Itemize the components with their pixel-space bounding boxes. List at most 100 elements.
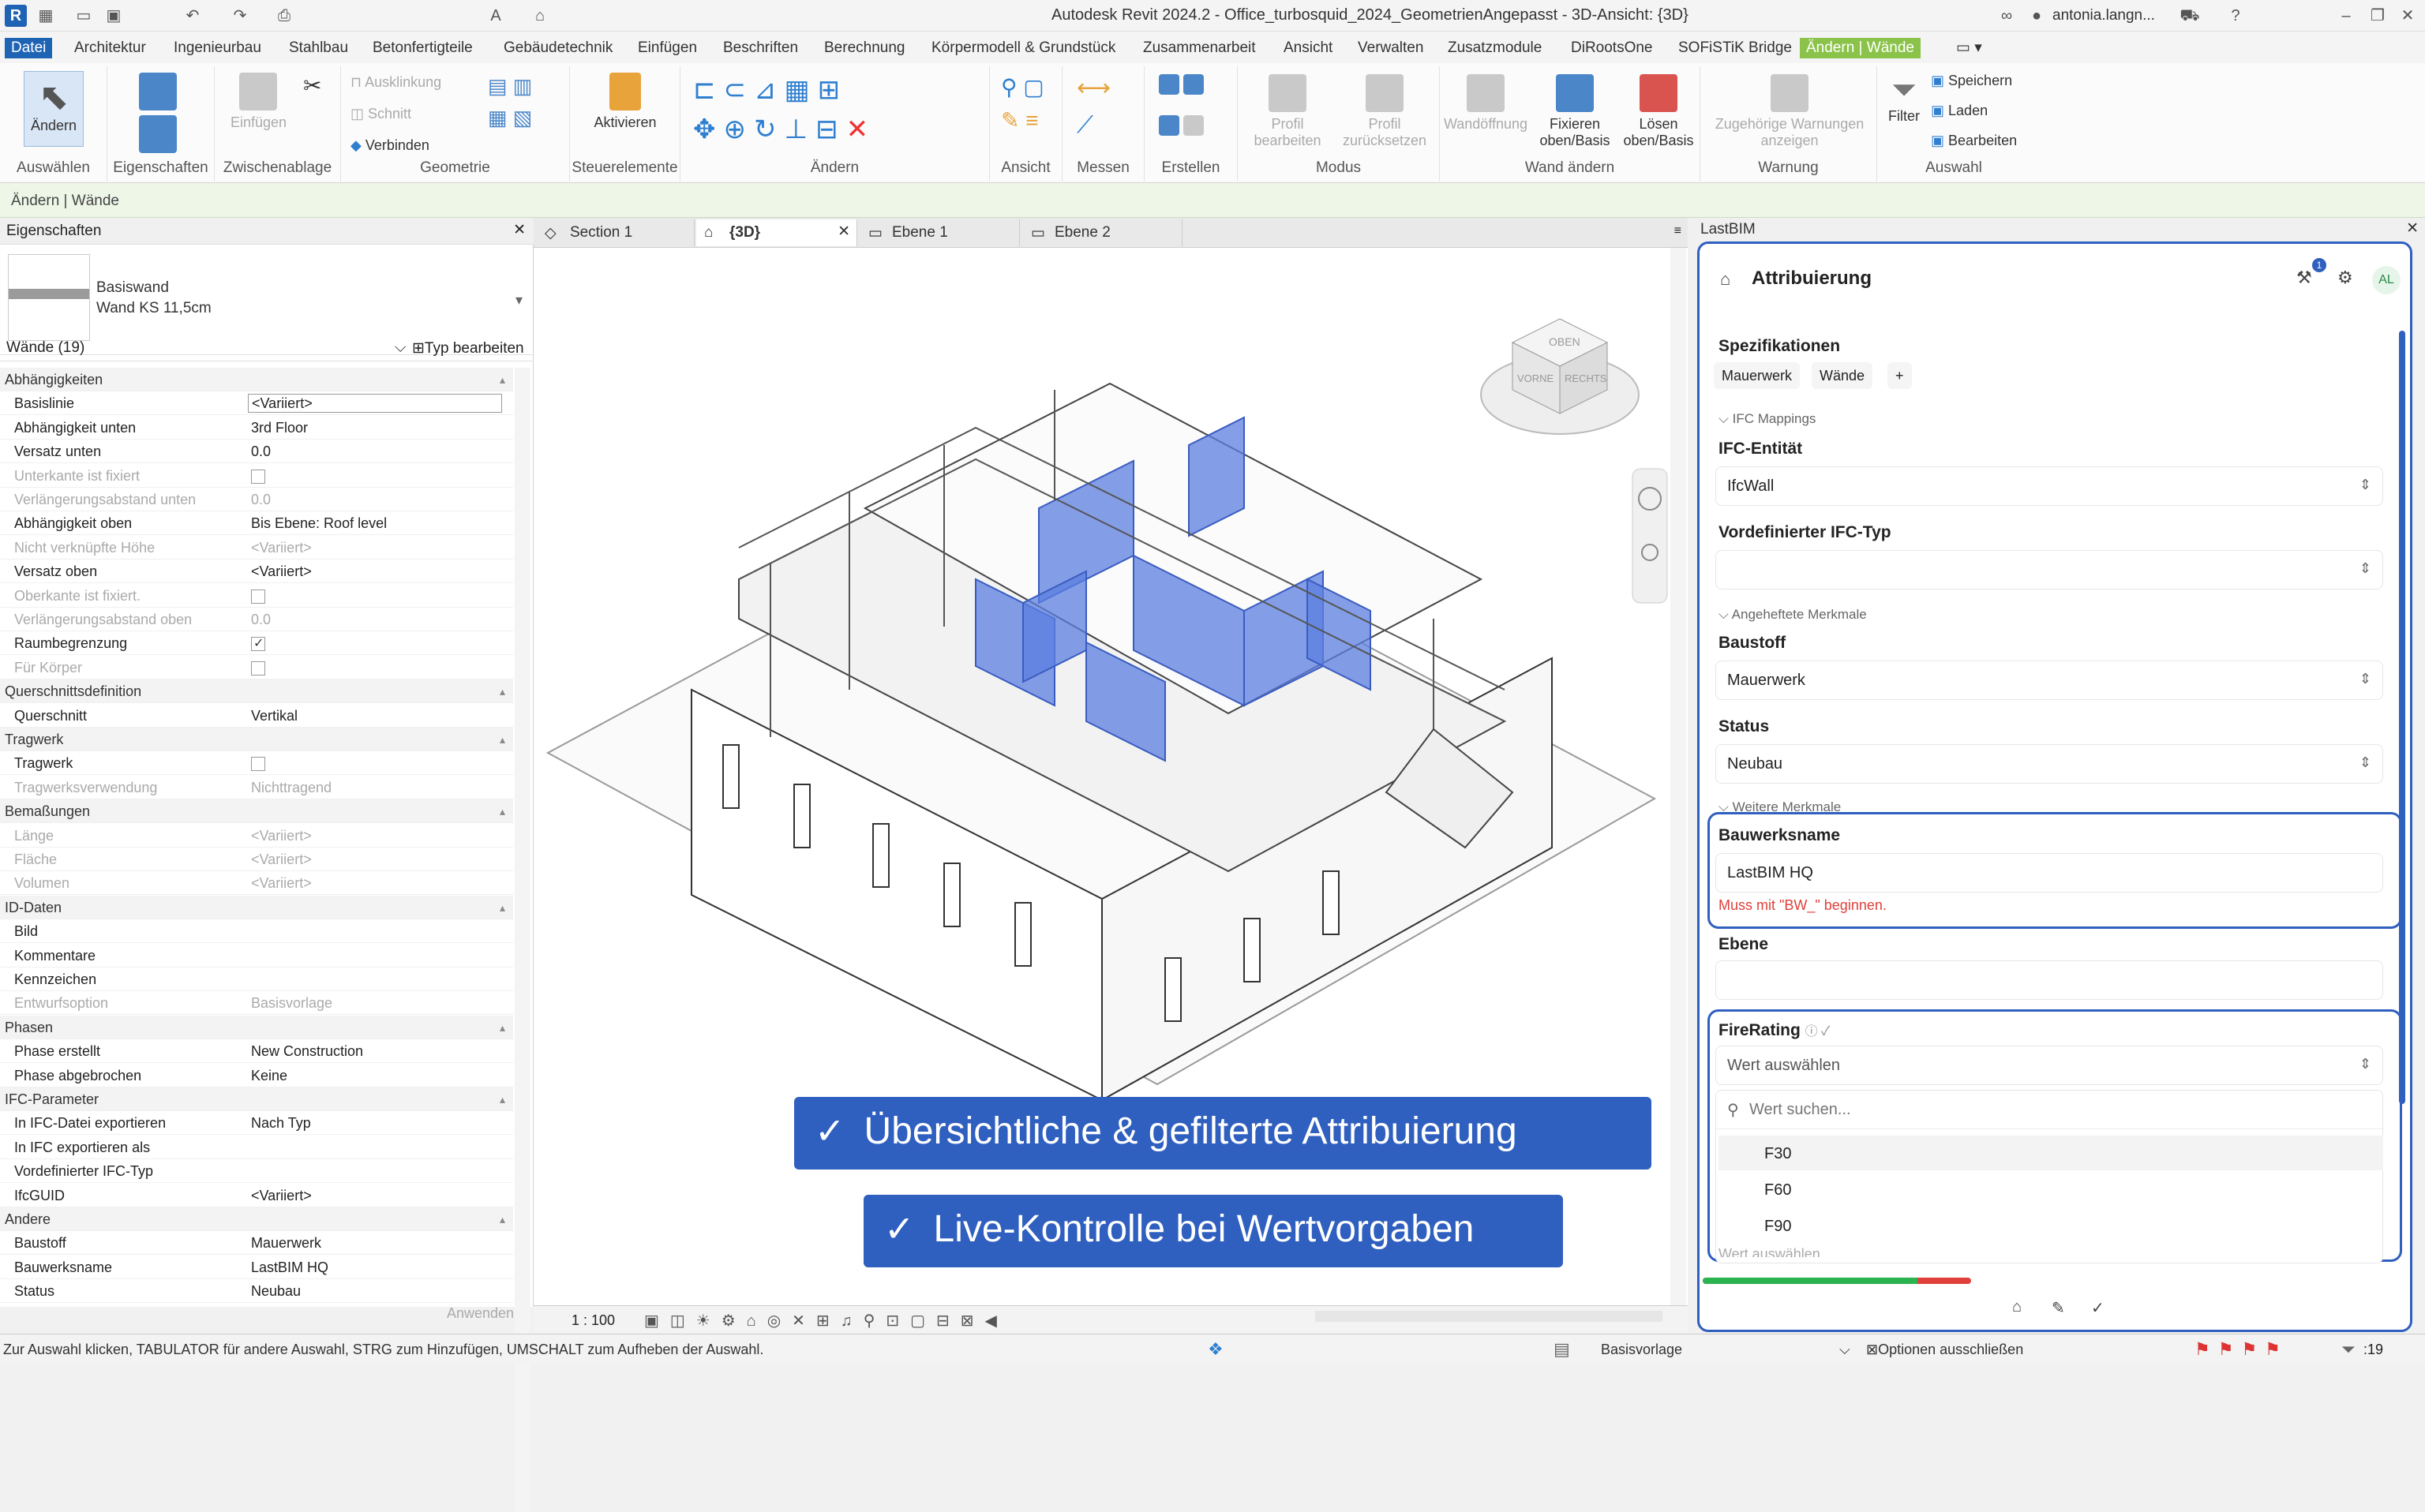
save-icon[interactable]: ▣: [103, 5, 125, 27]
property-value[interactable]: 3rd Floor: [251, 416, 308, 440]
option-f60[interactable]: F60: [1718, 1172, 2383, 1207]
exclude-options-toggle[interactable]: ⊠Optionen ausschließen: [1866, 1342, 2023, 1358]
collapse-icon[interactable]: ▴: [500, 1207, 505, 1231]
property-value[interactable]: Bis Ebene: Roof level: [251, 511, 387, 535]
binoculars-icon[interactable]: ∞: [1996, 5, 2018, 27]
attach-top-base-button[interactable]: Fixieren oben/Basis: [1533, 74, 1617, 149]
panel-scrollbar[interactable]: [2399, 331, 2405, 1104]
home-icon[interactable]: ▦: [35, 5, 57, 27]
status-select[interactable]: Neubau ⇕: [1715, 744, 2383, 784]
geometry-tool-icon-2[interactable]: ▦ ▧: [488, 106, 532, 130]
property-section[interactable]: Bemaßungen ▴: [0, 799, 513, 824]
worksharing-icon[interactable]: ❖: [1208, 1339, 1224, 1360]
activate-button[interactable]: Aktivieren: [589, 73, 662, 131]
property-value[interactable]: Nach Typ: [251, 1111, 311, 1135]
home-icon[interactable]: ⌂: [1720, 269, 1730, 290]
tab-3d[interactable]: ⌂ {3D} ✕: [696, 219, 857, 246]
property-checkbox[interactable]: [251, 632, 265, 656]
tab-extra-dropdown[interactable]: ▭ ▾: [1950, 38, 1988, 58]
property-value[interactable]: 0.0: [251, 440, 271, 463]
collapse-icon[interactable]: ▴: [500, 728, 505, 751]
tab-zusatzmodule[interactable]: Zusatzmodule: [1441, 38, 1548, 58]
option-search-input[interactable]: [1749, 1097, 2365, 1122]
property-value[interactable]: Keine: [251, 1064, 287, 1087]
property-value[interactable]: Mauerwerk: [251, 1231, 321, 1255]
modify-tools-row-1[interactable]: ⊏⊂⊿▦⊞: [693, 74, 848, 106]
collapse-icon[interactable]: ▴: [500, 368, 505, 391]
minimize-icon[interactable]: –: [2335, 5, 2357, 27]
open-icon[interactable]: ▭: [73, 5, 95, 27]
modify-tools-row-2[interactable]: ✥⊕↻⊥⊟✕: [693, 114, 876, 145]
apply-button[interactable]: Anwenden: [447, 1305, 514, 1322]
property-value[interactable]: New Construction: [251, 1039, 363, 1063]
info-icon[interactable]: ⓘ ✓: [1805, 1025, 1830, 1039]
navigation-bar[interactable]: [1632, 468, 1668, 604]
tab-ingenieurbau[interactable]: Ingenieurbau: [167, 38, 268, 58]
property-value[interactable]: <Variiert>: [251, 560, 312, 583]
property-section[interactable]: ID-Daten ▴: [0, 895, 513, 919]
tab-datei[interactable]: Datei: [5, 38, 53, 58]
level-input[interactable]: [1715, 960, 2383, 1000]
property-section[interactable]: IFC-Parameter ▴: [0, 1087, 513, 1111]
material-select[interactable]: Mauerwerk ⇕: [1715, 661, 2383, 700]
create-similar-button[interactable]: [1159, 115, 1205, 140]
ifc-entity-select[interactable]: IfcWall ⇕: [1715, 466, 2383, 506]
property-section[interactable]: Phasen ▴: [0, 1015, 513, 1039]
group-label[interactable]: Auswählen: [0, 159, 107, 177]
paste-button[interactable]: Einfügen: [231, 73, 287, 131]
detach-top-base-button[interactable]: Lösen oben/Basis: [1617, 74, 1700, 149]
tab-sofistik-bridge[interactable]: SOFiSTiK Bridge: [1672, 38, 1798, 58]
view-scale[interactable]: 1 : 100: [572, 1312, 615, 1329]
property-value[interactable]: <Variiert>: [251, 1184, 312, 1207]
close-lastbim-icon[interactable]: ✕: [2406, 219, 2419, 238]
tab-einfuegen[interactable]: Einfügen: [632, 38, 703, 58]
collapse-icon[interactable]: ▴: [500, 799, 505, 823]
close-properties-icon[interactable]: ✕: [513, 221, 526, 239]
property-checkbox[interactable]: [251, 589, 265, 604]
settings-icon[interactable]: ⚙: [2337, 268, 2353, 288]
edit-type-button[interactable]: ⊞Typ bearbeiten: [412, 339, 524, 357]
save-selection-button[interactable]: ▣ Speichern: [1931, 73, 2012, 89]
reset-profile-button[interactable]: Profil zurücksetzen: [1337, 74, 1432, 149]
magic-wand-icon[interactable]: ⚒: [2296, 268, 2312, 288]
chevron-down-icon[interactable]: ▾: [515, 292, 523, 309]
tab-beschriften[interactable]: Beschriften: [717, 38, 804, 58]
cut-icon[interactable]: ✂: [303, 73, 321, 99]
tabs-menu-icon[interactable]: ≡: [1674, 224, 1681, 238]
property-checkbox[interactable]: [251, 757, 265, 772]
3d-house-icon[interactable]: ⌂: [529, 5, 551, 27]
paint-icon[interactable]: ✎ ≡: [1001, 107, 1039, 133]
tab-ansicht[interactable]: Ansicht: [1277, 38, 1339, 58]
tab-verwalten[interactable]: Verwalten: [1351, 38, 1430, 58]
type-properties-button[interactable]: [139, 115, 177, 157]
help-icon[interactable]: ?: [2224, 5, 2247, 27]
filter-button[interactable]: ⏷ Filter: [1880, 73, 1928, 125]
revit-logo-icon[interactable]: R: [5, 5, 27, 27]
view-control-icons[interactable]: ▣◫☀⚙⌂◎✕⊞♫⚲⊡▢⊟⊠◀: [644, 1311, 1008, 1330]
tab-dirootsone[interactable]: DiRootsOne: [1565, 38, 1659, 58]
edit-selection-button[interactable]: ▣ Bearbeiten: [1931, 133, 2017, 149]
property-section[interactable]: Tragwerk ▴: [0, 728, 513, 751]
property-value[interactable]: LastBIM HQ: [251, 1256, 328, 1279]
option-f90[interactable]: F90: [1718, 1208, 2383, 1243]
tab-stahlbau[interactable]: Stahlbau: [283, 38, 354, 58]
close-tab-icon[interactable]: ✕: [838, 223, 850, 241]
ifc-type-select[interactable]: ⇕: [1715, 550, 2383, 589]
option-f30[interactable]: F30: [1718, 1136, 2383, 1170]
property-value[interactable]: Neubau: [251, 1279, 301, 1303]
tab-koerpermodell[interactable]: Körpermodell & Grundstück: [925, 38, 1122, 58]
measure-icon[interactable]: ⟷: [1077, 74, 1111, 102]
delete-icon[interactable]: ✕: [846, 114, 877, 144]
dimension-icon[interactable]: ⟋: [1077, 112, 1093, 139]
close-icon[interactable]: ✕: [2397, 5, 2419, 27]
undo-icon[interactable]: ↶: [182, 5, 204, 27]
tab-betonfertigteile[interactable]: Betonfertigteile: [366, 38, 479, 58]
3d-viewport[interactable]: OBEN VORNE RECHTS ✓ Übersichtliche & gefi…: [534, 248, 1688, 1305]
cope-button[interactable]: ⊓ Ausklinkung: [350, 74, 441, 91]
cut-geometry-button[interactable]: ◫ Schnitt: [350, 106, 411, 122]
edit-icon[interactable]: ✎: [2052, 1298, 2065, 1318]
attached-features-toggle[interactable]: ⌵ Angeheftete Merkmale: [1718, 607, 1867, 623]
viewport-scrollbar[interactable]: [1670, 248, 1686, 1305]
collapse-icon[interactable]: ▴: [500, 679, 505, 703]
viewcube[interactable]: OBEN VORNE RECHTS: [1480, 318, 1640, 435]
